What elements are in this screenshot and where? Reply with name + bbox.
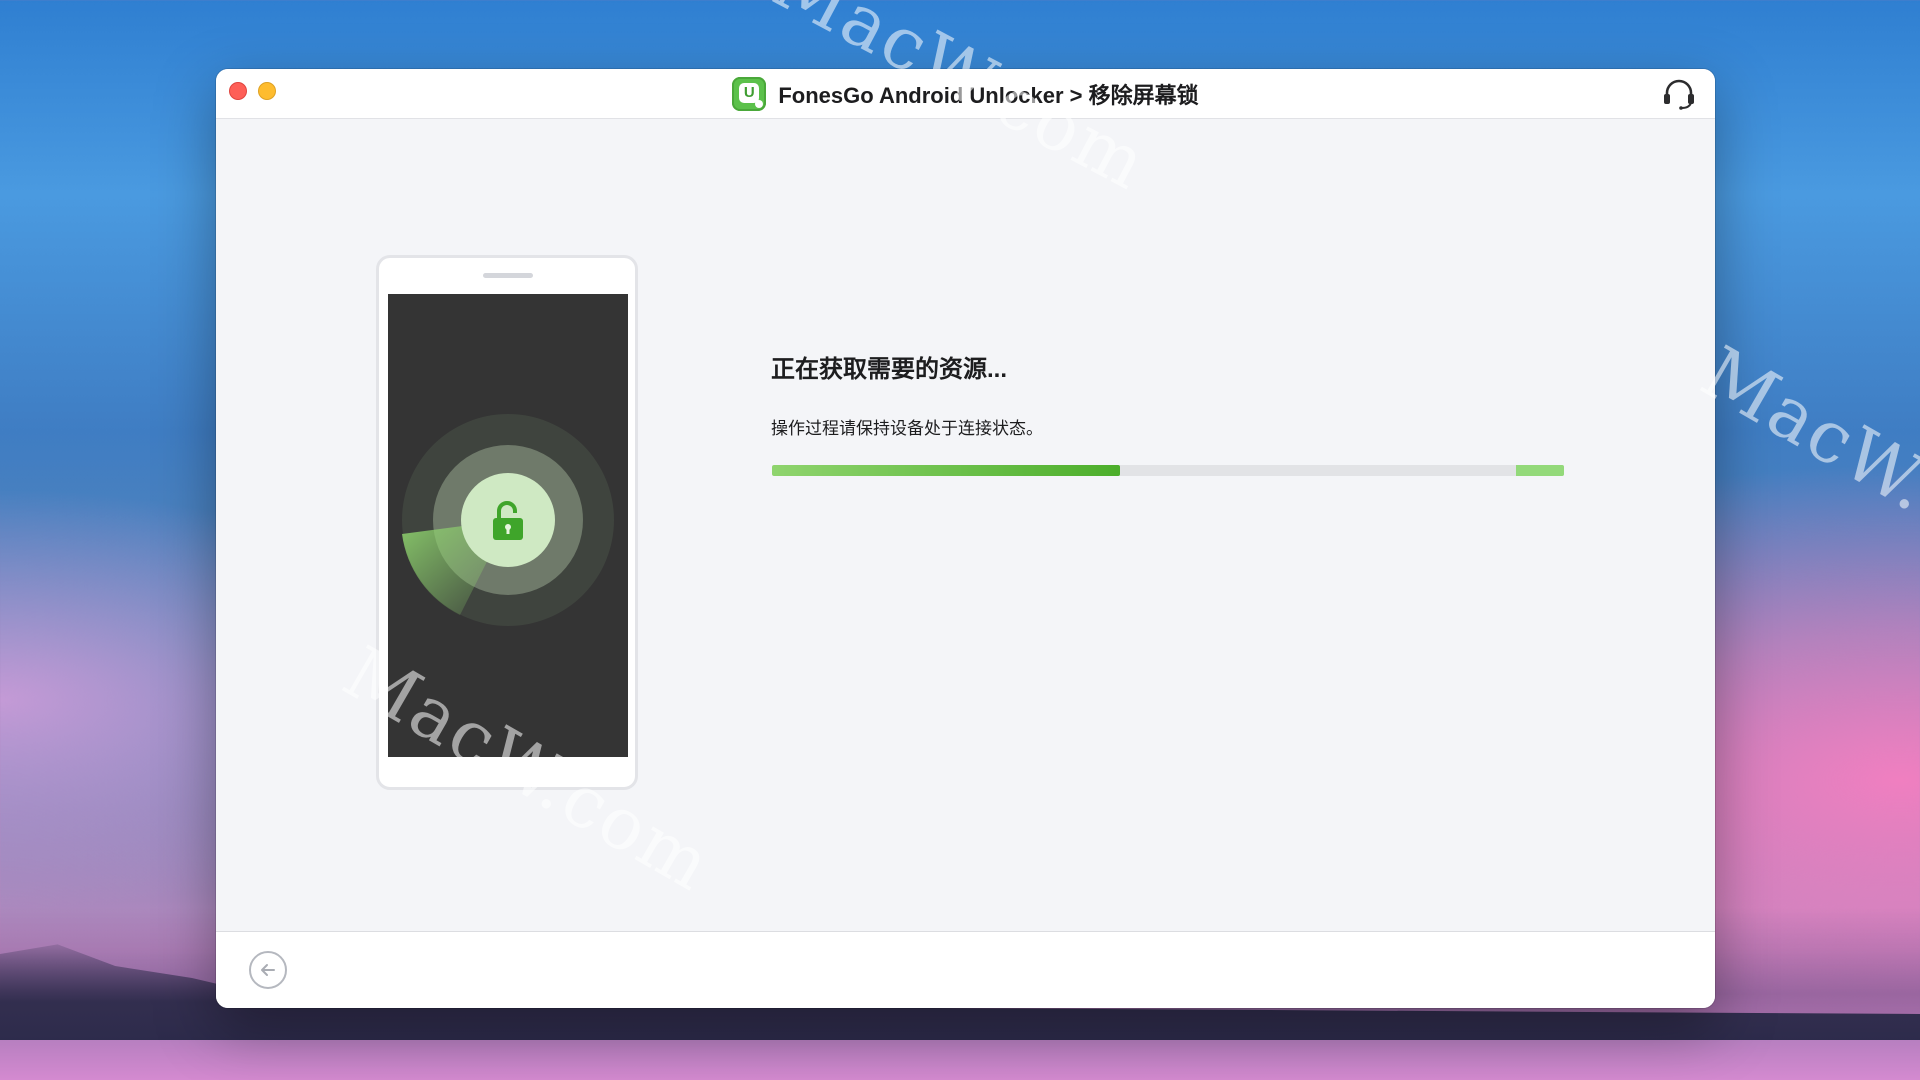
app-icon: U	[732, 76, 767, 111]
progress-bar	[772, 465, 1564, 476]
footer-bar	[216, 931, 1715, 1008]
breadcrumb-separator: >	[1069, 82, 1083, 108]
back-button[interactable]	[249, 951, 287, 989]
app-icon-dot	[755, 99, 764, 108]
title-bar: U FonesGo Android Unlocker > 移除屏幕锁	[216, 69, 1715, 119]
main-content: 正在获取需要的资源... 操作过程请保持设备处于连接状态。	[216, 119, 1715, 931]
progress-end-segment	[1516, 465, 1564, 476]
unlock-icon	[493, 501, 523, 540]
phone-illustration	[376, 255, 638, 790]
arrow-left-icon	[261, 964, 275, 976]
phone-speaker	[483, 273, 533, 278]
status-subtitle: 操作过程请保持设备处于连接状态。	[771, 419, 1043, 438]
breadcrumb-current: 移除屏幕锁	[1088, 82, 1199, 108]
app-name: FonesGo Android Unlocker	[778, 82, 1064, 108]
status-title: 正在获取需要的资源...	[771, 356, 1008, 383]
app-window: U FonesGo Android Unlocker > 移除屏幕锁 正在获取需…	[216, 69, 1715, 1008]
sea	[0, 1040, 1920, 1080]
phone-screen	[388, 294, 628, 757]
watermark: MacW.com	[1688, 330, 1920, 608]
progress-fill	[772, 465, 1121, 476]
window-title: FonesGo Android Unlocker > 移除屏幕锁	[778, 78, 1198, 110]
window-title-group: U FonesGo Android Unlocker > 移除屏幕锁	[216, 69, 1715, 118]
headset-icon[interactable]	[1661, 77, 1697, 111]
